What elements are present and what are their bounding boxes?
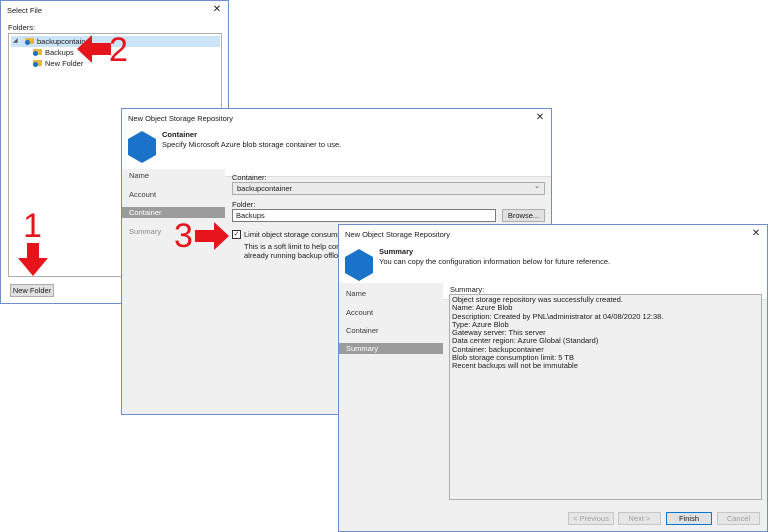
select-file-title: Select File <box>7 6 43 15</box>
limit-description-line-2: already running backup offload <box>244 251 347 260</box>
folder-icon <box>33 48 43 56</box>
chevron-down-icon: ⌄ <box>534 183 540 190</box>
tree-item-label: Backups <box>45 48 74 57</box>
azure-hexagon-icon <box>345 249 373 281</box>
left-arrow-icon <box>77 35 111 63</box>
folder-icon <box>33 59 43 67</box>
azure-hexagon-icon <box>128 131 156 163</box>
folder-label: Folder: <box>232 200 256 209</box>
wizard-steps-nav: Name Account Container Summary <box>122 169 225 409</box>
limit-description-line-1: This is a soft limit to help contro <box>244 242 350 251</box>
expand-caret-icon[interactable]: ◢ <box>13 36 18 47</box>
step-account[interactable]: Account <box>339 307 443 318</box>
annotation-number-1: 1 <box>23 207 42 245</box>
container-label: Container: <box>232 173 267 182</box>
container-wizard-title: New Object Storage Repository <box>128 114 234 123</box>
summary-wizard-title: New Object Storage Repository <box>345 230 451 239</box>
close-icon[interactable]: ✕ <box>210 3 224 17</box>
close-icon[interactable]: ✕ <box>533 111 547 125</box>
header-title: Summary <box>379 247 414 256</box>
right-arrow-icon <box>195 222 229 250</box>
annotation-number-2: 2 <box>109 31 128 69</box>
limit-consumption-checkbox[interactable]: ✓ <box>232 230 241 239</box>
header-description: Specify Microsoft Azure blob storage con… <box>162 140 342 149</box>
summary-label: Summary: <box>450 285 485 294</box>
step-summary[interactable]: Summary <box>339 343 443 354</box>
new-folder-button[interactable]: New Folder <box>10 284 54 297</box>
container-wizard-titlebar: New Object Storage Repository <box>122 109 551 129</box>
summary-text-area[interactable]: Object storage repository was successful… <box>449 294 762 500</box>
cancel-button[interactable]: Cancel <box>717 512 760 525</box>
step-name[interactable]: Name <box>339 288 443 299</box>
step-account[interactable]: Account <box>122 189 225 200</box>
select-file-titlebar: Select File <box>1 1 228 21</box>
folders-label: Folders: <box>8 23 36 32</box>
container-select[interactable]: backupcontainer ⌄ <box>232 182 545 195</box>
summary-wizard-titlebar: New Object Storage Repository <box>339 225 767 245</box>
previous-button[interactable]: < Previous <box>568 512 614 525</box>
wizard-steps-nav: Name Account Container Summary <box>339 283 443 503</box>
folder-field[interactable]: Backups <box>232 209 496 222</box>
container-folder-icon <box>25 37 35 45</box>
browse-button[interactable]: Browse... <box>502 209 545 222</box>
summary-wizard-dialog: New Object Storage Repository ✕ Summary … <box>338 224 768 532</box>
finish-button[interactable]: Finish <box>666 512 712 525</box>
header-description: You can copy the configuration informati… <box>379 257 611 266</box>
summary-line: Recent backups will not be immutable <box>452 361 578 371</box>
header-title: Container <box>162 130 198 139</box>
down-arrow-icon <box>18 243 48 276</box>
step-container[interactable]: Container <box>339 325 443 336</box>
step-name[interactable]: Name <box>122 170 225 181</box>
close-icon[interactable]: ✕ <box>749 227 763 241</box>
next-button[interactable]: Next > <box>618 512 661 525</box>
limit-consumption-label: Limit object storage consumptio <box>244 230 350 239</box>
container-select-value: backupcontainer <box>237 184 293 193</box>
annotation-number-3: 3 <box>174 217 193 255</box>
